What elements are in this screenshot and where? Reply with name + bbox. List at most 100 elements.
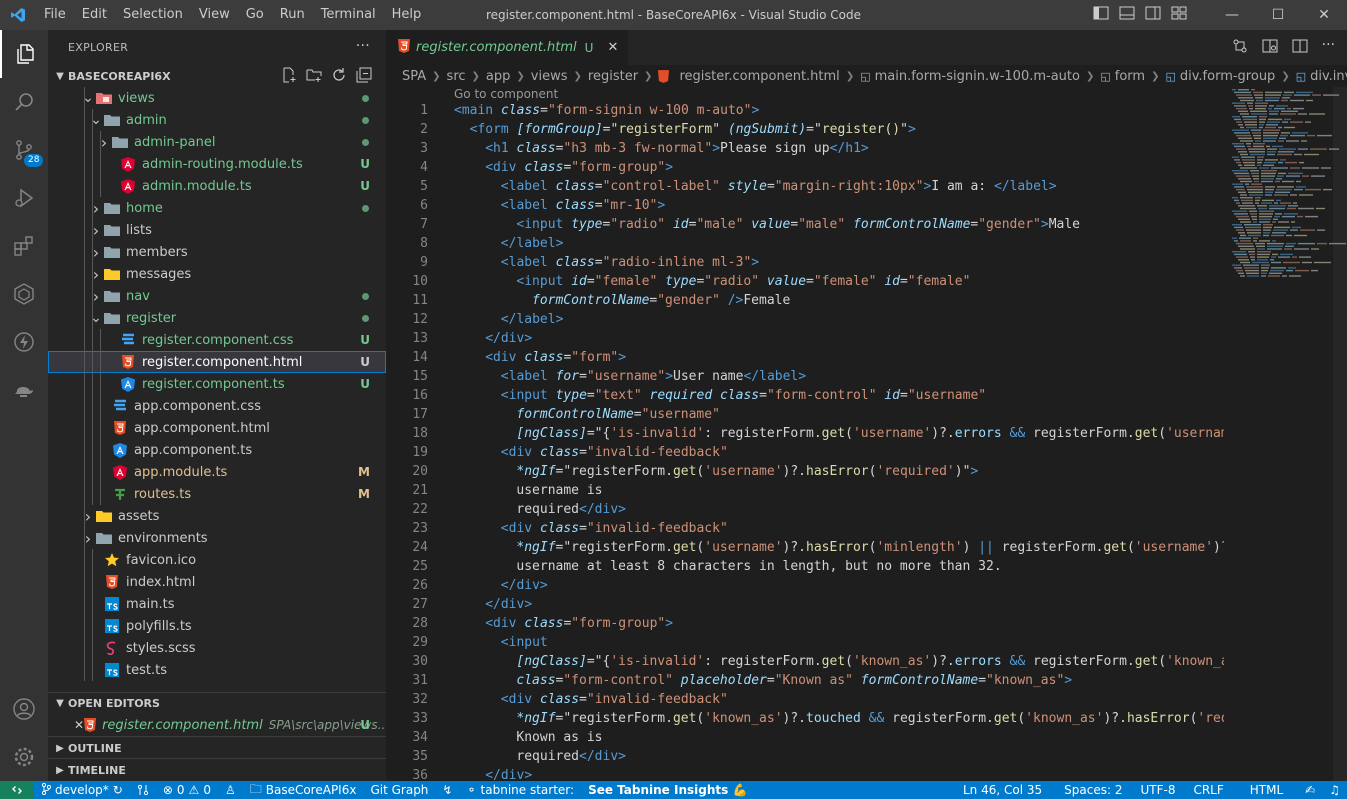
tree-folder[interactable]: › nav xyxy=(48,285,386,307)
tree-folder[interactable]: ⌄ admin xyxy=(48,109,386,131)
tree-file[interactable]: register.component.css U xyxy=(48,329,386,351)
maximize-icon[interactable]: ☐ xyxy=(1255,0,1301,30)
tree-folder[interactable]: ⌄ views xyxy=(48,87,386,109)
indentation[interactable]: Spaces: 2 xyxy=(1057,783,1129,797)
vertical-scrollbar[interactable] xyxy=(1333,87,1347,781)
toggle-panel-icon[interactable] xyxy=(1119,6,1135,24)
new-folder-icon[interactable] xyxy=(306,67,322,86)
outline-section[interactable]: ▶ OUTLINE xyxy=(48,736,386,759)
tree-folder[interactable]: › environments xyxy=(48,527,386,549)
breadcrumb-item[interactable]: SPA xyxy=(402,69,426,84)
breadcrumb-item[interactable]: src xyxy=(447,69,466,84)
menu-view[interactable]: View xyxy=(191,0,238,30)
thunder-client-icon[interactable] xyxy=(0,318,48,366)
search-icon[interactable] xyxy=(0,78,48,126)
tree-file[interactable]: register.component.html U xyxy=(48,351,386,373)
toggle-secondary-sidebar-icon[interactable] xyxy=(1145,6,1161,24)
git-compare-icon[interactable] xyxy=(130,784,156,796)
tree-file[interactable]: app.component.ts xyxy=(48,439,386,461)
close-editor-icon[interactable]: ✕ xyxy=(74,718,84,732)
tree-file[interactable]: app.component.css xyxy=(48,395,386,417)
tree-file[interactable]: register.component.ts U xyxy=(48,373,386,395)
refresh-icon[interactable] xyxy=(331,67,347,86)
menu-selection[interactable]: Selection xyxy=(115,0,191,30)
broadcast-icon[interactable]: ♙ xyxy=(218,783,243,797)
tree-file[interactable]: admin-routing.module.ts U xyxy=(48,153,386,175)
minimize-icon[interactable]: — xyxy=(1209,0,1255,30)
menu-go[interactable]: Go xyxy=(238,0,272,30)
codelens-go-to-component[interactable]: Go to component xyxy=(454,87,558,101)
tree-folder[interactable]: › admin-panel xyxy=(48,131,386,153)
menu-help[interactable]: Help xyxy=(384,0,430,30)
close-tab-icon[interactable]: ✕ xyxy=(607,40,618,55)
cursor-position[interactable]: Ln 46, Col 35 xyxy=(956,783,1049,797)
language-mode[interactable]: HTML xyxy=(1243,783,1290,797)
breadcrumb-item[interactable]: views xyxy=(531,69,568,84)
split-editor-icon[interactable] xyxy=(1292,38,1308,58)
tabnine-insights-link[interactable]: See Tabnine Insights 💪 xyxy=(581,783,754,797)
close-window-icon[interactable]: ✕ xyxy=(1301,0,1347,30)
run-debug-icon[interactable] xyxy=(0,174,48,222)
breadcrumb-symbol[interactable]: ◱ div.form-group xyxy=(1165,69,1275,84)
more-actions-icon[interactable]: ··· xyxy=(356,38,370,54)
code-editor[interactable]: 1 <main class="form-signin w-100 m-auto">… xyxy=(386,103,1224,781)
branch-status[interactable]: develop* ↻ xyxy=(34,782,130,798)
menu-file[interactable]: File xyxy=(36,0,74,30)
tabnine-status[interactable]: ⚬ tabnine starter: xyxy=(459,783,581,797)
tree-folder[interactable]: › assets xyxy=(48,505,386,527)
editor-tab[interactable]: register.component.html U ✕ xyxy=(386,30,629,65)
tree-file[interactable]: main.ts xyxy=(48,593,386,615)
customize-layout-icon[interactable] xyxy=(1171,6,1187,24)
tree-file[interactable]: polyfills.ts xyxy=(48,615,386,637)
toggle-primary-sidebar-icon[interactable] xyxy=(1093,6,1109,24)
tree-file[interactable]: admin.module.ts U xyxy=(48,175,386,197)
breadcrumb-symbol[interactable]: ◱ form xyxy=(1100,69,1145,84)
end-of-line[interactable]: CRLF xyxy=(1186,783,1230,797)
notifications-bell-icon[interactable]: ♫ xyxy=(1322,783,1347,797)
tree-file[interactable]: test.ts xyxy=(48,659,386,681)
problems-status[interactable]: ⊗ 0 ⚠ 0 xyxy=(156,783,218,797)
menu-run[interactable]: Run xyxy=(272,0,313,30)
tree-folder[interactable]: › lists xyxy=(48,219,386,241)
encoding[interactable]: UTF-8 xyxy=(1133,783,1182,797)
git-graph-button[interactable]: Git Graph xyxy=(363,783,435,797)
settings-gear-icon[interactable] xyxy=(0,733,48,781)
tree-file[interactable]: favicon.ico xyxy=(48,549,386,571)
accounts-icon[interactable] xyxy=(0,685,48,733)
breadcrumb-file[interactable]: register.component.html xyxy=(658,69,840,84)
new-file-icon[interactable] xyxy=(281,67,297,86)
minimap[interactable] xyxy=(1224,87,1347,781)
more-editor-actions-icon[interactable]: ··· xyxy=(1322,38,1335,58)
collapse-all-icon[interactable] xyxy=(356,67,372,86)
project-status[interactable]: 🗀 BaseCoreAPI6x xyxy=(243,780,364,799)
tree-file[interactable]: routes.ts M xyxy=(48,483,386,505)
open-preview-icon[interactable] xyxy=(1262,38,1278,58)
remote-explorer-icon[interactable] xyxy=(0,270,48,318)
tree-file[interactable]: app.component.html xyxy=(48,417,386,439)
open-changes-icon[interactable] xyxy=(1232,38,1248,58)
genie-lamp-icon[interactable] xyxy=(0,366,48,414)
tree-folder[interactable]: › messages xyxy=(48,263,386,285)
breadcrumb-symbol[interactable]: ◱div.invalid-feedback xyxy=(1296,69,1347,84)
tree-folder[interactable]: ⌄ register xyxy=(48,307,386,329)
breadcrumb-item[interactable]: app xyxy=(486,69,510,84)
breadcrumb-item[interactable]: register xyxy=(588,69,638,84)
tree-file[interactable]: index.html xyxy=(48,571,386,593)
remote-indicator-icon[interactable] xyxy=(0,781,34,799)
menu-edit[interactable]: Edit xyxy=(74,0,115,30)
sync-icon[interactable]: ↻ xyxy=(113,783,123,797)
extensions-icon[interactable] xyxy=(0,222,48,270)
tree-file[interactable]: app.module.ts M xyxy=(48,461,386,483)
project-section-header[interactable]: ▼ BASECOREAPI6X xyxy=(48,65,386,87)
source-control-icon[interactable]: 28 xyxy=(0,126,48,174)
feedback-icon[interactable]: ✍ xyxy=(1298,783,1322,797)
tree-folder[interactable]: › members xyxy=(48,241,386,263)
tree-folder[interactable]: › home xyxy=(48,197,386,219)
tree-file[interactable]: styles.scss xyxy=(48,637,386,659)
lightning-icon[interactable]: ↯ xyxy=(435,783,459,797)
menu-terminal[interactable]: Terminal xyxy=(313,0,384,30)
open-editor-item[interactable]: ✕ register.component.html SPA\src\app\vi… xyxy=(48,714,389,736)
explorer-icon[interactable] xyxy=(0,30,48,78)
breadcrumb-symbol[interactable]: ◱ main.form-signin.w-100.m-auto xyxy=(860,69,1080,84)
timeline-section[interactable]: ▶ TIMELINE xyxy=(48,758,386,781)
